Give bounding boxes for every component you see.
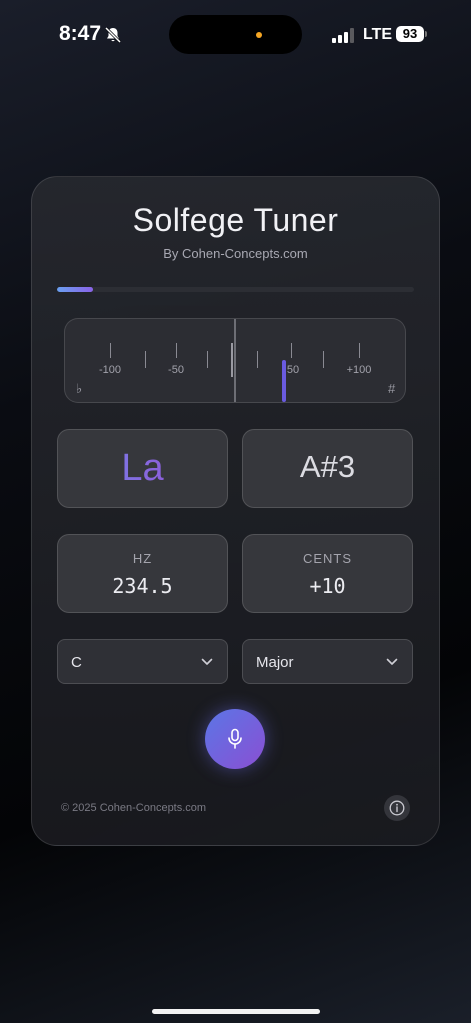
battery-level: 93 [396,26,424,42]
frequency-label: HZ [132,551,153,566]
meter-center-mark [231,343,233,377]
bell-slash-icon [104,26,122,44]
info-icon [389,800,405,816]
note-name: A#3 [299,449,356,484]
battery-tip [425,31,427,37]
meter-tick [291,343,292,358]
home-indicator[interactable] [152,1009,320,1014]
info-button[interactable] [384,795,410,821]
mode-select[interactable]: Major [242,639,413,684]
chevron-down-icon [386,658,398,665]
solfege-syllable: La [58,447,227,490]
meter-tick [323,351,324,368]
app-subtitle: By Cohen-Concepts.com [163,246,308,261]
meter-tick [257,351,258,368]
meter-tick [207,351,208,368]
microphone-button[interactable] [205,709,265,769]
dynamic-island [169,15,302,54]
meter-tick-label: +100 [346,364,372,376]
sharp-symbol: # [388,381,396,396]
chevron-down-icon [201,658,213,665]
network-type: LTE [363,26,393,43]
meter-tick-label: -50 [168,364,184,376]
meter-tick-label: 50 [286,364,300,376]
copyright-text: © 2025 Cohen-Concepts.com [61,802,207,814]
frequency-display: HZ 234.5 [57,534,228,613]
app-title: Solfege Tuner [132,202,339,238]
key-select[interactable]: C [57,639,228,684]
progress-bar [57,287,414,292]
status-time: 8:47 [59,22,102,45]
meter-tick [176,343,177,358]
flat-symbol: ♭ [76,381,83,396]
key-select-value: C [71,654,82,671]
meter-needle [282,360,286,402]
cents-label: CENTS [302,551,353,566]
progress-fill [57,287,93,292]
meter-tick [145,351,146,368]
signal-icon [332,28,354,43]
cents-display: CENTS +10 [242,534,413,613]
note-display: A#3 [242,429,413,508]
meter-tick [110,343,111,358]
privacy-indicator-dot [256,32,262,38]
meter-center-line [234,319,236,402]
cents-value: +10 [309,574,346,598]
meter-tick [359,343,360,358]
microphone-icon [228,728,242,749]
frequency-value: 234.5 [112,574,173,598]
mode-select-value: Major [256,654,294,671]
status-bar: 8:47 LTE 93 [0,0,471,70]
solfege-display: La [57,429,228,508]
meter-tick-label: -100 [98,364,122,376]
